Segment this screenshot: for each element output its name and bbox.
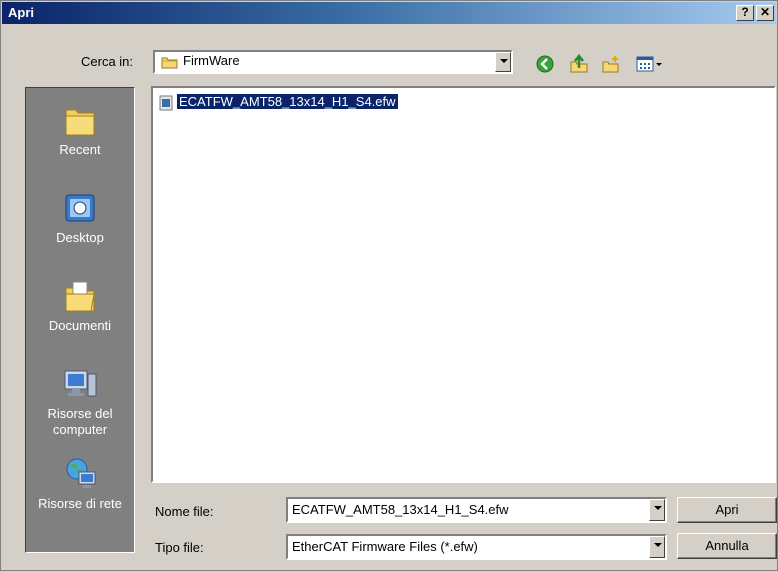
file-type-label: Tipo file: (155, 540, 204, 555)
up-folder-icon[interactable] (569, 54, 589, 74)
file-icon (159, 95, 173, 111)
file-name-input[interactable]: ECATFW_AMT58_13x14_H1_S4.efw (292, 502, 509, 517)
file-list[interactable]: ECATFW_AMT58_13x14_H1_S4.efw (151, 86, 776, 483)
file-name[interactable]: ECATFW_AMT58_13x14_H1_S4.efw (177, 94, 398, 109)
look-in-dropdown-arrow[interactable] (495, 52, 511, 72)
place-network[interactable]: Risorse di rete (26, 456, 134, 512)
folder-icon (161, 57, 178, 69)
file-name-dropdown-arrow[interactable] (649, 499, 665, 521)
places-bar: Recent Desktop Documenti Risorse del com… (25, 87, 135, 553)
recent-folder-icon (65, 109, 95, 136)
look-in-value: FirmWare (183, 53, 240, 68)
file-type-combo[interactable]: EtherCAT Firmware Files (*.efw) (286, 534, 667, 560)
place-label-documents: Documenti (48, 318, 112, 333)
place-documents[interactable]: Documenti (26, 278, 134, 334)
desktop-icon (65, 194, 95, 222)
help-button[interactable]: ? (736, 5, 754, 21)
dialog-title: Apri (8, 5, 34, 20)
look-in-combo[interactable]: FirmWare (153, 50, 513, 74)
documents-icon (65, 281, 95, 312)
close-button[interactable]: ✕ (756, 5, 774, 21)
file-name-combo[interactable]: ECATFW_AMT58_13x14_H1_S4.efw (286, 497, 667, 523)
file-type-dropdown-arrow[interactable] (649, 536, 665, 558)
place-label-desktop: Desktop (56, 230, 104, 245)
new-folder-icon[interactable] (601, 54, 621, 74)
look-in-label: Cerca in: (81, 54, 134, 69)
place-label-my-computer: Risorse del computer (47, 406, 113, 437)
place-label-recent: Recent (59, 142, 101, 157)
file-name-label: Nome file: (155, 504, 214, 519)
place-label-network: Risorse di rete (38, 496, 122, 511)
file-type-value: EtherCAT Firmware Files (*.efw) (292, 539, 478, 554)
my-computer-icon (64, 370, 97, 397)
view-menu-icon[interactable] (635, 54, 665, 74)
back-icon[interactable] (535, 54, 555, 74)
cancel-button[interactable]: Annulla (677, 533, 777, 559)
place-recent[interactable]: Recent (26, 102, 134, 158)
title-bar[interactable]: Apri ? ✕ (2, 2, 776, 24)
open-button[interactable]: Apri (677, 497, 777, 523)
network-icon (66, 458, 96, 488)
open-file-dialog: Apri ? ✕ Cerca in: FirmWare Recent Deskt… (0, 0, 778, 571)
place-desktop[interactable]: Desktop (26, 190, 134, 246)
place-my-computer[interactable]: Risorse del computer (26, 366, 134, 438)
